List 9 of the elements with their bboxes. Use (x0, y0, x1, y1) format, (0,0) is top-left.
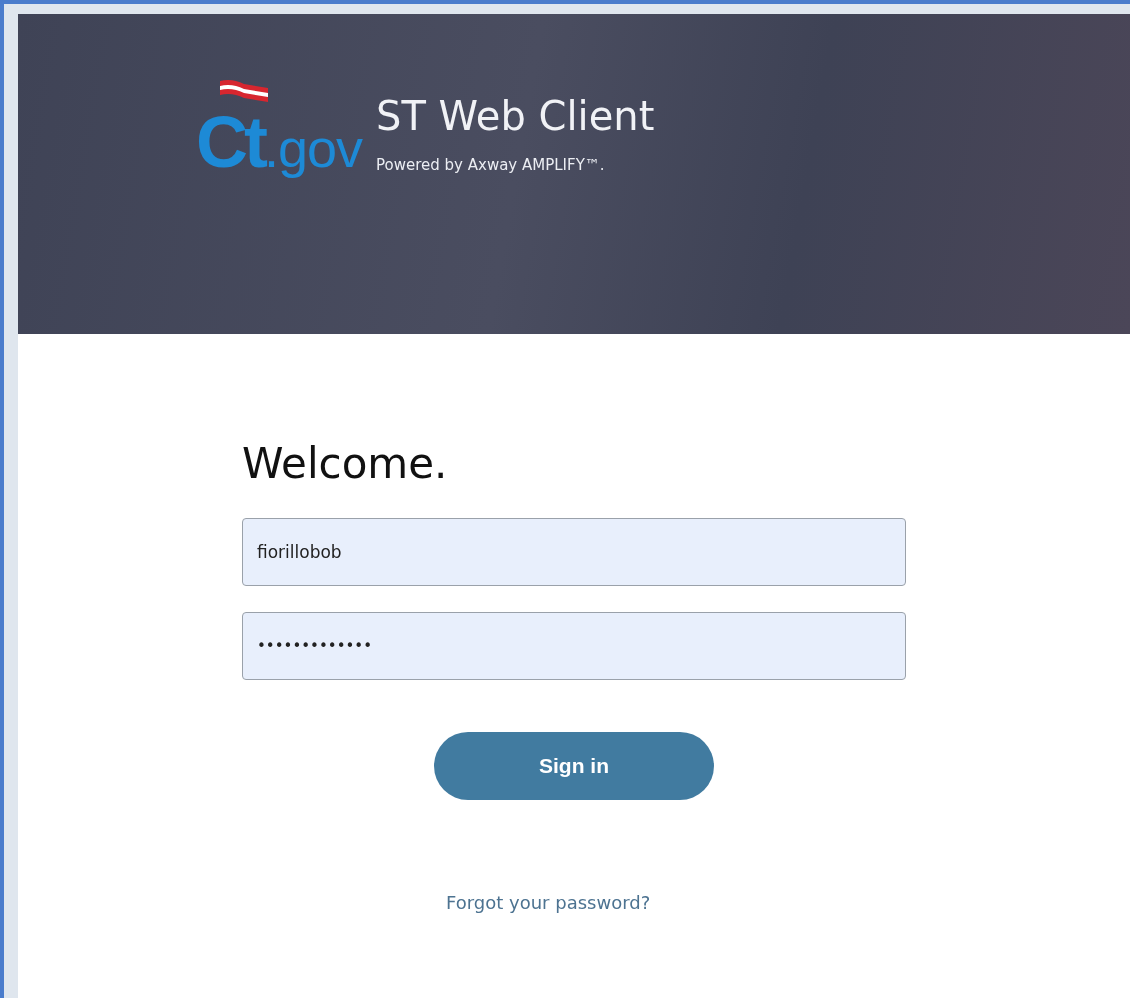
password-field[interactable]: ••••••••••••• (242, 612, 906, 680)
flag-icon (218, 78, 270, 104)
app-title: ST Web Client (376, 94, 655, 138)
sign-in-button[interactable]: Sign in (434, 732, 714, 800)
logo-text: Ct.gov (196, 106, 363, 178)
username-field[interactable]: fiorillobob (242, 518, 906, 586)
welcome-heading: Welcome. (242, 439, 449, 488)
forgot-password-link[interactable]: Forgot your password? (446, 892, 651, 913)
powered-by-text: Powered by Axway AMPLIFY™. (376, 156, 606, 174)
